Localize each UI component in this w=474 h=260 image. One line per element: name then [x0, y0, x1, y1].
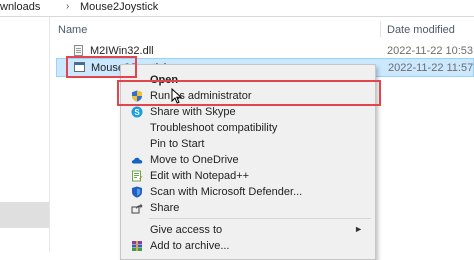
menu-item-label: Troubleshoot compatibility: [150, 122, 278, 134]
menu-item-label: Edit with Notepad++: [150, 170, 250, 182]
onedrive-icon: [131, 157, 143, 164]
menu-separator: [149, 218, 371, 219]
breadcrumb-item-downloads[interactable]: wnloads: [0, 1, 40, 13]
navigation-pane[interactable]: [0, 17, 50, 252]
exe-file-icon: [74, 62, 85, 72]
skype-icon: S: [131, 106, 143, 118]
menu-item-label: Move to OneDrive: [150, 154, 239, 166]
chevron-right-icon: ►: [354, 224, 363, 234]
menu-item-label: Run as administrator: [150, 90, 252, 102]
defender-shield-icon: [132, 186, 142, 198]
column-header-name[interactable]: Name: [58, 24, 87, 36]
share-icon: [131, 203, 143, 214]
breadcrumb-separator-icon[interactable]: ›: [66, 1, 69, 12]
address-bar-divider: [0, 16, 474, 17]
notepad-plus-plus-icon: [132, 170, 143, 182]
column-divider[interactable]: [380, 21, 381, 37]
breadcrumb-item-current[interactable]: Mouse2Joystick: [80, 1, 158, 13]
nav-pane-selected-item[interactable]: [0, 202, 49, 228]
breadcrumb: wnloads › Mouse2Joystick: [0, 0, 474, 17]
menu-item-label: Pin to Start: [150, 138, 205, 150]
svg-text:S: S: [134, 108, 140, 117]
uac-shield-icon: [132, 90, 142, 102]
dll-file-icon: [74, 45, 83, 56]
file-date-modified: 2022-11-22 11:57 AM: [388, 62, 474, 74]
menu-item-label: Open: [150, 74, 179, 86]
menu-item-add-to-archive[interactable]: Add to archive...: [121, 237, 375, 255]
menu-item-share[interactable]: Share: [121, 199, 375, 217]
column-header-date-modified[interactable]: Date modified: [387, 24, 455, 36]
file-name: M2IWin32.dll: [90, 45, 154, 57]
menu-item-label: Share: [150, 202, 180, 214]
menu-item-label: Add to archive...: [150, 240, 230, 252]
menu-item-label: Share with Skype: [150, 106, 236, 118]
menu-item-label: Give access to: [150, 224, 223, 236]
menu-item-label: Scan with Microsoft Defender...: [150, 186, 303, 198]
file-date-modified: 2022-11-22 10:53 AM: [387, 45, 474, 57]
winrar-icon: [132, 241, 142, 251]
context-menu: Open Run as administrator S Share with S…: [120, 64, 376, 260]
mouse-cursor-icon: [171, 88, 183, 104]
